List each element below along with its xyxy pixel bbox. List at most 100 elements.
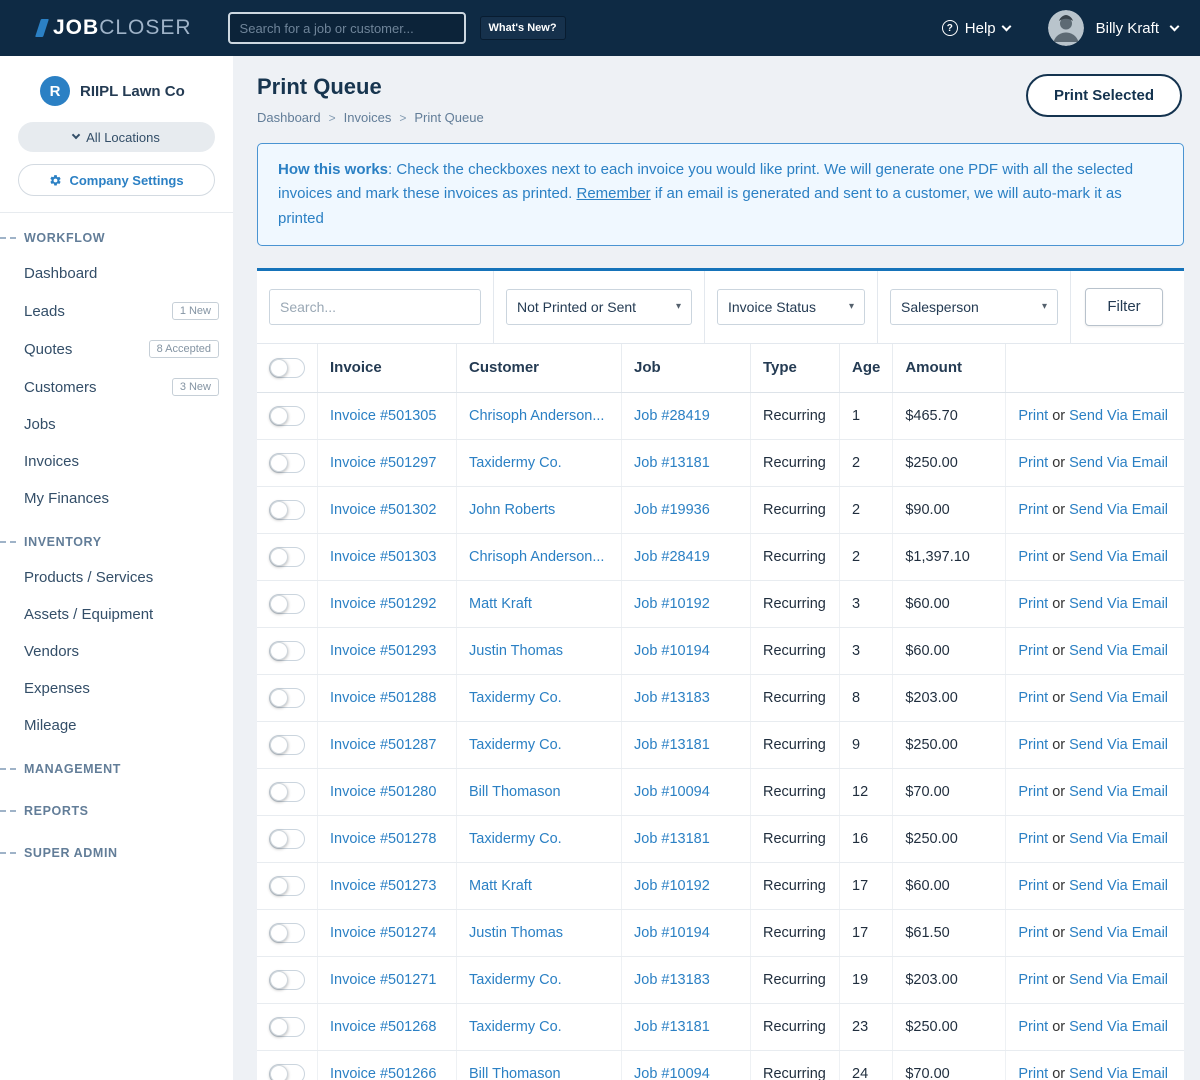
send-email-link[interactable]: Send Via Email bbox=[1069, 1019, 1168, 1035]
row-toggle[interactable] bbox=[269, 452, 305, 473]
filter-button[interactable]: Filter bbox=[1085, 287, 1163, 326]
customer-link[interactable]: Taxidermy Co. bbox=[469, 455, 562, 471]
print-link[interactable]: Print bbox=[1018, 596, 1048, 612]
invoice-link[interactable]: Invoice #501278 bbox=[330, 831, 436, 847]
col-job[interactable]: Job bbox=[621, 343, 751, 393]
customer-link[interactable]: Bill Thomason bbox=[469, 1066, 561, 1080]
print-link[interactable]: Print bbox=[1018, 972, 1048, 988]
avatar[interactable] bbox=[1047, 10, 1084, 46]
job-link[interactable]: Job #28419 bbox=[634, 549, 710, 565]
print-link[interactable]: Print bbox=[1018, 455, 1048, 471]
print-link[interactable]: Print bbox=[1018, 737, 1048, 753]
job-link[interactable]: Job #10094 bbox=[634, 784, 710, 800]
row-toggle[interactable] bbox=[269, 969, 305, 990]
invoice-link[interactable]: Invoice #501287 bbox=[330, 737, 436, 753]
print-link[interactable]: Print bbox=[1018, 1019, 1048, 1035]
send-email-link[interactable]: Send Via Email bbox=[1069, 831, 1168, 847]
sidebar-item-invoices[interactable]: Invoices bbox=[0, 443, 233, 480]
breadcrumb-invoices[interactable]: Invoices bbox=[344, 110, 392, 125]
sidebar-item-mileage[interactable]: Mileage bbox=[0, 707, 233, 744]
send-email-link[interactable]: Send Via Email bbox=[1069, 643, 1168, 659]
customer-link[interactable]: Taxidermy Co. bbox=[469, 690, 562, 706]
customer-link[interactable]: Bill Thomason bbox=[469, 784, 561, 800]
sidebar-item-vendors[interactable]: Vendors bbox=[0, 633, 233, 670]
row-toggle[interactable] bbox=[269, 499, 305, 520]
print-link[interactable]: Print bbox=[1018, 408, 1048, 424]
job-link[interactable]: Job #13181 bbox=[634, 737, 710, 753]
customer-link[interactable]: Justin Thomas bbox=[469, 925, 563, 941]
invoice-link[interactable]: Invoice #501268 bbox=[330, 1019, 436, 1035]
send-email-link[interactable]: Send Via Email bbox=[1069, 549, 1168, 565]
sidebar-item-products-services[interactable]: Products / Services bbox=[0, 559, 233, 596]
sidebar-item-customers[interactable]: Customers 3 New bbox=[0, 368, 233, 406]
col-age[interactable]: Age bbox=[839, 343, 894, 393]
job-link[interactable]: Job #10194 bbox=[634, 643, 710, 659]
col-type[interactable]: Type bbox=[750, 343, 840, 393]
send-email-link[interactable]: Send Via Email bbox=[1069, 1066, 1168, 1080]
user-menu[interactable]: Billy Kraft bbox=[1096, 20, 1159, 37]
send-email-link[interactable]: Send Via Email bbox=[1069, 737, 1168, 753]
customer-link[interactable]: Chrisoph Anderson... bbox=[469, 549, 604, 565]
job-link[interactable]: Job #13183 bbox=[634, 972, 710, 988]
invoice-link[interactable]: Invoice #501273 bbox=[330, 878, 436, 894]
customer-link[interactable]: Taxidermy Co. bbox=[469, 831, 562, 847]
row-toggle[interactable] bbox=[269, 546, 305, 567]
send-email-link[interactable]: Send Via Email bbox=[1069, 690, 1168, 706]
sidebar-item-jobs[interactable]: Jobs bbox=[0, 406, 233, 443]
send-email-link[interactable]: Send Via Email bbox=[1069, 408, 1168, 424]
job-link[interactable]: Job #10192 bbox=[634, 596, 710, 612]
sidebar-item-leads[interactable]: Leads 1 New bbox=[0, 292, 233, 330]
print-link[interactable]: Print bbox=[1018, 643, 1048, 659]
print-link[interactable]: Print bbox=[1018, 690, 1048, 706]
job-link[interactable]: Job #19936 bbox=[634, 502, 710, 518]
job-link[interactable]: Job #13181 bbox=[634, 1019, 710, 1035]
job-link[interactable]: Job #13181 bbox=[634, 831, 710, 847]
job-link[interactable]: Job #13183 bbox=[634, 690, 710, 706]
invoice-status-select[interactable]: Invoice Status ▾ bbox=[717, 288, 865, 325]
sidebar-item-my-finances[interactable]: My Finances bbox=[0, 480, 233, 517]
whats-new-button[interactable]: What's New? bbox=[479, 16, 566, 40]
row-toggle[interactable] bbox=[269, 687, 305, 708]
job-link[interactable]: Job #10192 bbox=[634, 878, 710, 894]
sidebar-item-quotes[interactable]: Quotes 8 Accepted bbox=[0, 330, 233, 368]
print-link[interactable]: Print bbox=[1018, 784, 1048, 800]
logo[interactable]: JOB CLOSER bbox=[35, 16, 192, 40]
row-toggle[interactable] bbox=[269, 781, 305, 802]
col-amount[interactable]: Amount bbox=[892, 343, 1007, 393]
table-search-input[interactable] bbox=[269, 288, 481, 325]
send-email-link[interactable]: Send Via Email bbox=[1069, 784, 1168, 800]
row-toggle[interactable] bbox=[269, 405, 305, 426]
customer-link[interactable]: Justin Thomas bbox=[469, 643, 563, 659]
breadcrumb-print-queue[interactable]: Print Queue bbox=[414, 110, 483, 125]
customer-link[interactable]: Matt Kraft bbox=[469, 596, 532, 612]
chevron-down-icon[interactable] bbox=[1169, 21, 1180, 31]
print-link[interactable]: Print bbox=[1018, 549, 1048, 565]
send-email-link[interactable]: Send Via Email bbox=[1069, 925, 1168, 941]
send-email-link[interactable]: Send Via Email bbox=[1069, 455, 1168, 471]
print-link[interactable]: Print bbox=[1018, 925, 1048, 941]
customer-link[interactable]: Taxidermy Co. bbox=[469, 972, 562, 988]
print-link[interactable]: Print bbox=[1018, 1066, 1048, 1080]
row-toggle[interactable] bbox=[269, 734, 305, 755]
print-link[interactable]: Print bbox=[1018, 878, 1048, 894]
row-toggle[interactable] bbox=[269, 593, 305, 614]
invoice-link[interactable]: Invoice #501274 bbox=[330, 925, 436, 941]
invoice-link[interactable]: Invoice #501271 bbox=[330, 972, 436, 988]
invoice-link[interactable]: Invoice #501280 bbox=[330, 784, 436, 800]
sidebar-item-expenses[interactable]: Expenses bbox=[0, 670, 233, 707]
customer-link[interactable]: Taxidermy Co. bbox=[469, 737, 562, 753]
row-toggle[interactable] bbox=[269, 1063, 305, 1080]
section-header[interactable]: WORKFLOW bbox=[0, 221, 233, 255]
locations-dropdown[interactable]: All Locations bbox=[18, 122, 215, 152]
select-all-toggle[interactable] bbox=[269, 357, 305, 378]
customer-link[interactable]: Matt Kraft bbox=[469, 878, 532, 894]
row-toggle[interactable] bbox=[269, 922, 305, 943]
customer-link[interactable]: Taxidermy Co. bbox=[469, 1019, 562, 1035]
salesperson-select[interactable]: Salesperson ▾ bbox=[890, 288, 1058, 325]
sidebar-item-assets-equipment[interactable]: Assets / Equipment bbox=[0, 596, 233, 633]
send-email-link[interactable]: Send Via Email bbox=[1069, 972, 1168, 988]
job-link[interactable]: Job #13181 bbox=[634, 455, 710, 471]
sidebar-item-dashboard[interactable]: Dashboard bbox=[0, 255, 233, 292]
invoice-link[interactable]: Invoice #501292 bbox=[330, 596, 436, 612]
job-link[interactable]: Job #10194 bbox=[634, 925, 710, 941]
